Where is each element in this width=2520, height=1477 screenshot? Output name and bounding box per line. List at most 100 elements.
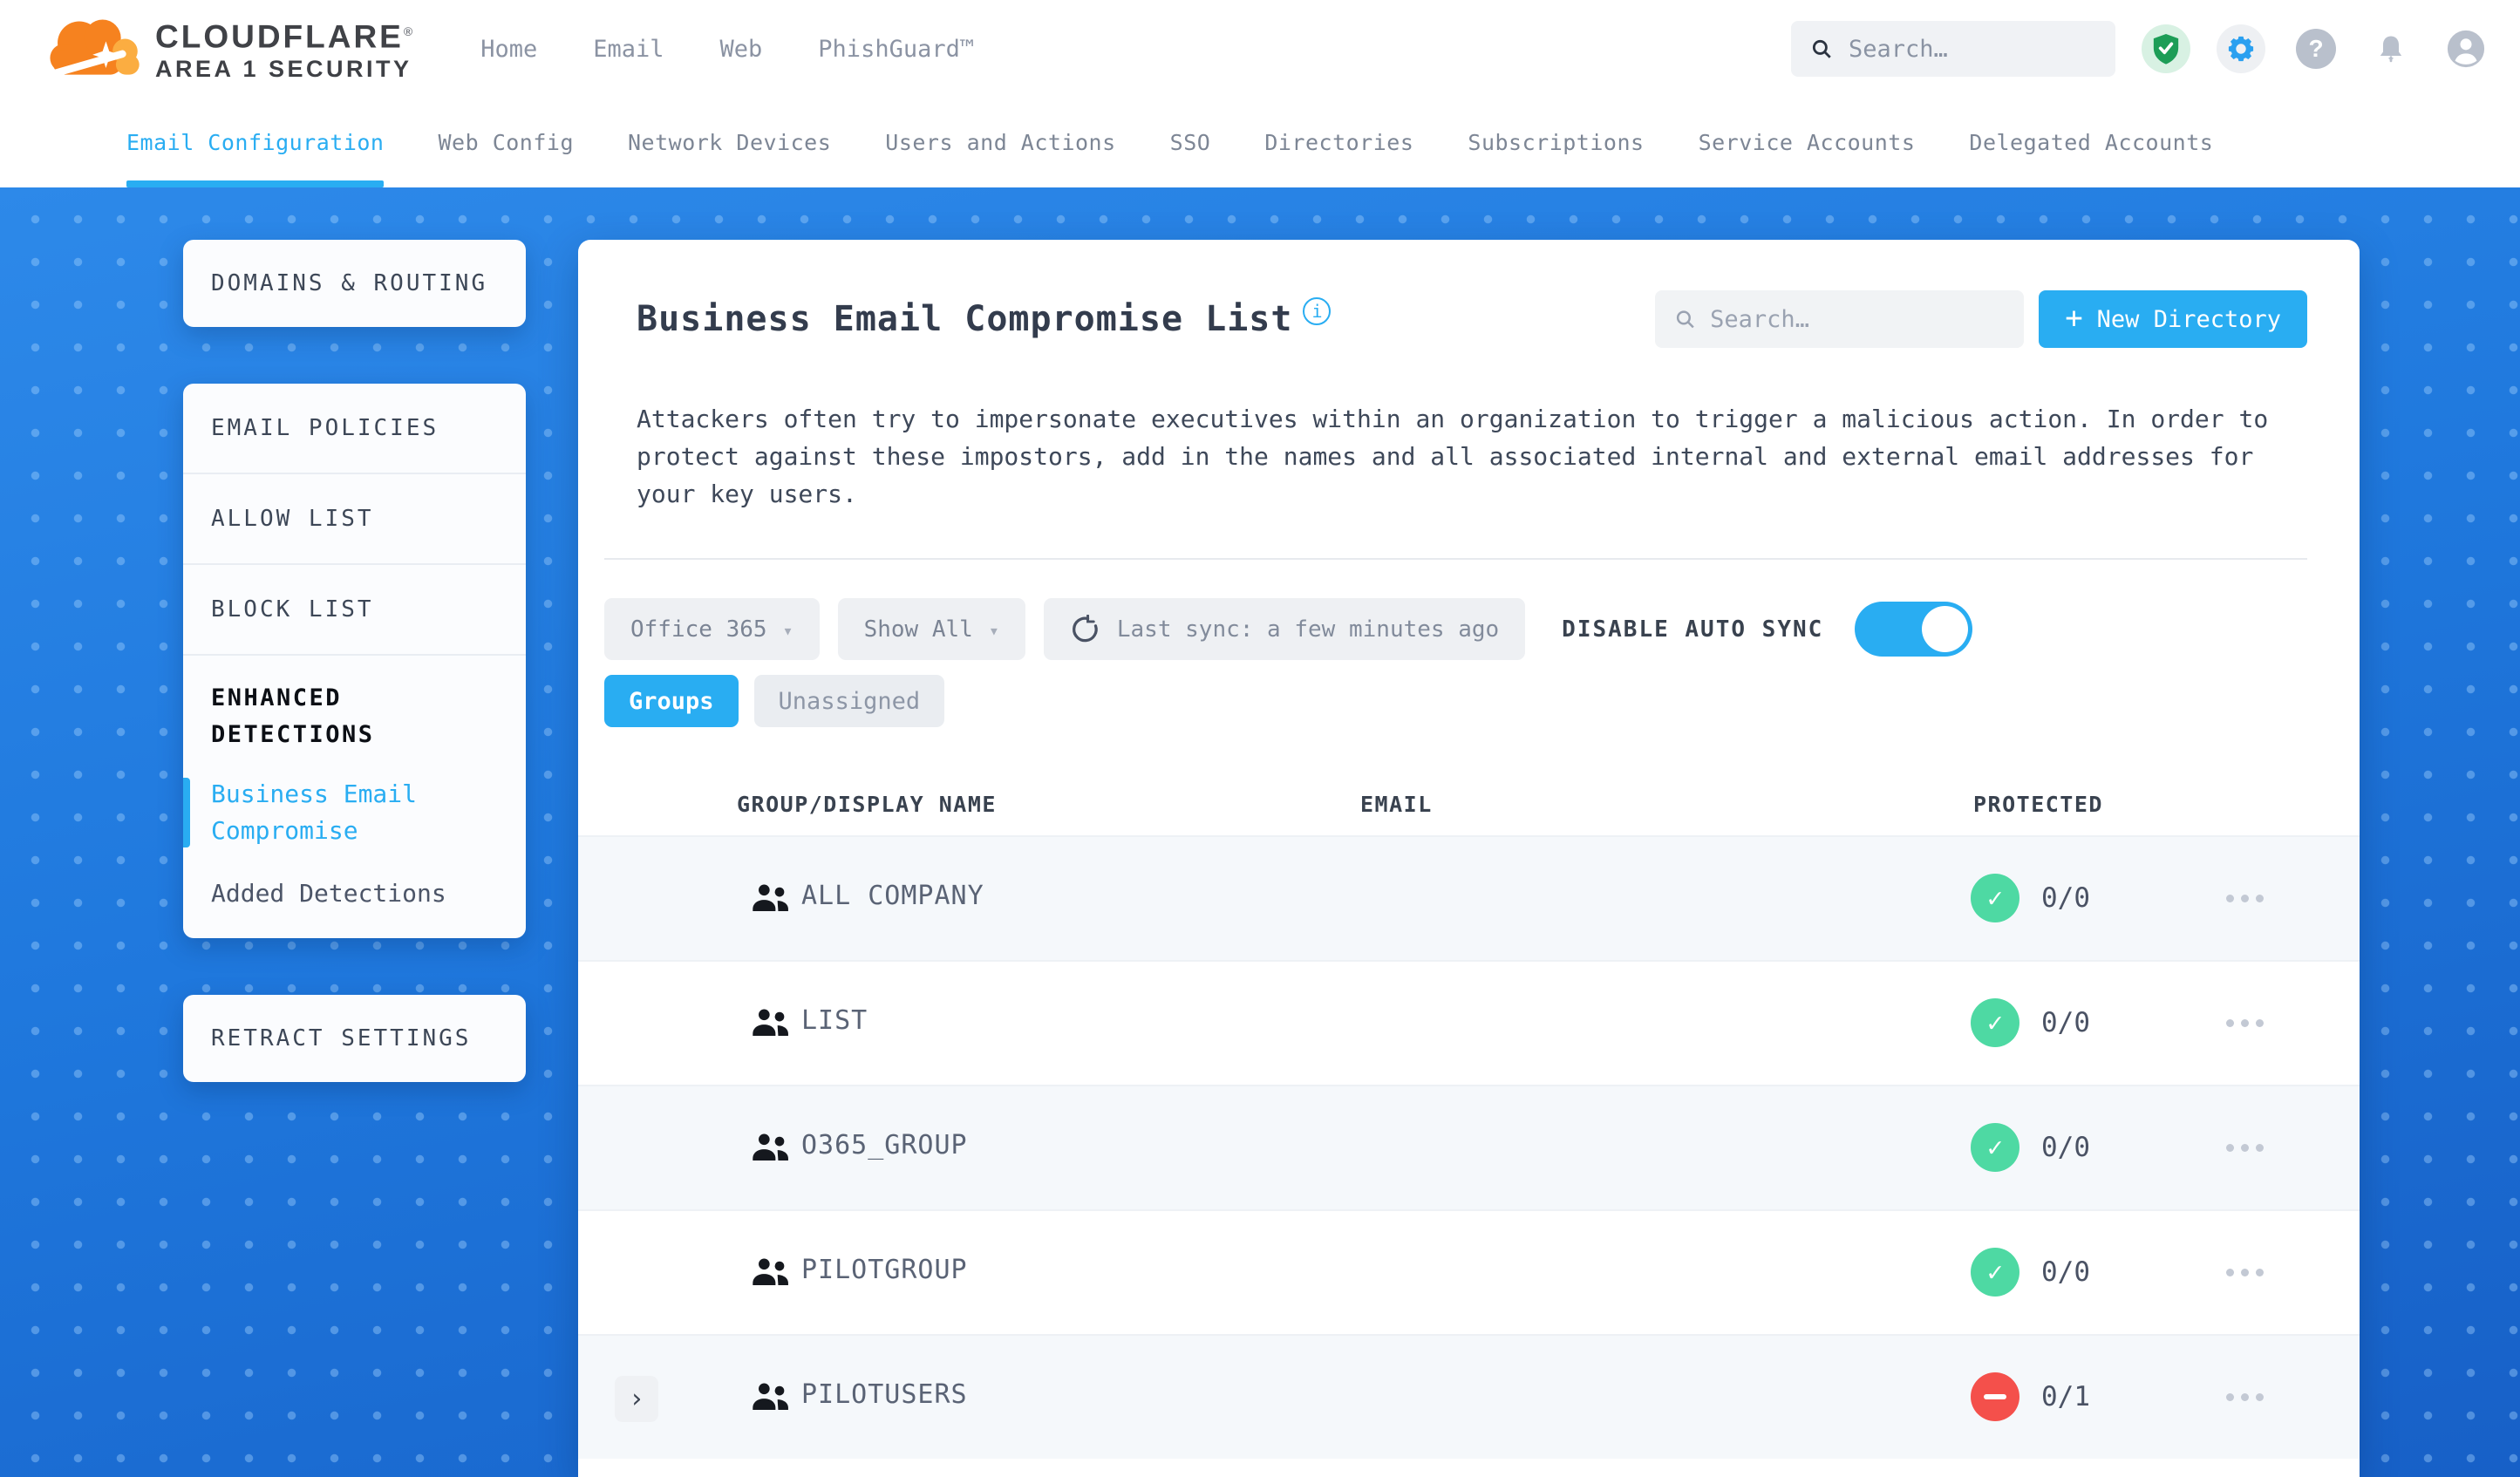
protected-status-icon: ✓ — [1971, 1123, 2019, 1172]
group-icon — [753, 1133, 788, 1160]
global-search[interactable] — [1791, 21, 2115, 77]
sidebar-section-enhanced-detections: ENHANCED DETECTIONS Business Email Compr… — [183, 656, 526, 938]
tab-service-accounts[interactable]: Service Accounts — [1699, 98, 1916, 187]
sidebar-item-email-policies[interactable]: EMAIL POLICIES — [183, 384, 526, 474]
last-sync-button[interactable]: Last sync: a few minutes ago — [1043, 598, 1526, 660]
view-tabs: Groups Unassigned — [604, 675, 2307, 727]
filters-row: Office 365 ▾ Show All ▾ Last sync: a few… — [604, 598, 2299, 660]
sidebar-card-retract-settings[interactable]: RETRACT SETTINGS — [183, 995, 526, 1082]
info-icon[interactable]: i — [1303, 297, 1332, 325]
group-icon — [753, 884, 788, 911]
caret-down-icon: ▾ — [988, 619, 999, 641]
sidebar-item-block-list[interactable]: BLOCK LIST — [183, 565, 526, 656]
sidebar-item-business-email-compromise[interactable]: Business Email Compromise — [183, 776, 438, 849]
brand-logo[interactable]: CLOUDFLARE® AREA 1 SECURITY — [45, 11, 412, 86]
auto-sync-toggle[interactable] — [1855, 602, 1973, 657]
protected-count: 0/0 — [2041, 1256, 2090, 1288]
page-description: Attackers often try to impersonate execu… — [637, 405, 2269, 508]
table-header: GROUP/DISPLAY NAME EMAIL PROTECTED — [578, 785, 2360, 835]
bell-icon — [2380, 36, 2402, 63]
account-button[interactable] — [2442, 24, 2490, 73]
sidebar-item-enhanced-detections[interactable]: ENHANCED DETECTIONS — [211, 680, 429, 753]
view-tab-groups[interactable]: Groups — [604, 675, 739, 727]
sidebar-item-added-detections[interactable]: Added Detections — [211, 875, 498, 912]
column-group-display-name: GROUP/DISPLAY NAME — [737, 792, 997, 817]
search-icon — [1812, 39, 1831, 58]
global-search-input[interactable] — [1848, 35, 2096, 63]
help-icon: ? — [2296, 29, 2336, 69]
help-button[interactable]: ? — [2292, 24, 2340, 73]
group-icon — [753, 1258, 788, 1285]
divider — [604, 558, 2307, 560]
sidebar-card-policies: EMAIL POLICIES ALLOW LIST BLOCK LIST ENH… — [183, 384, 526, 938]
tab-network-devices[interactable]: Network Devices — [628, 98, 831, 187]
groups-table: GROUP/DISPLAY NAME EMAIL PROTECTED ALL C… — [578, 785, 2360, 1459]
show-filter-dropdown[interactable]: Show All ▾ — [837, 598, 1025, 660]
section-tab-bar: Email Configuration Web Config Network D… — [0, 98, 2520, 187]
row-actions-icon[interactable] — [2226, 1019, 2264, 1027]
top-nav-home[interactable]: Home — [480, 36, 537, 63]
list-search-input[interactable] — [1710, 305, 2006, 333]
sidebar-item-retract-settings[interactable]: RETRACT SETTINGS — [211, 1025, 471, 1052]
row-actions-icon[interactable] — [2226, 1269, 2264, 1276]
plus-icon: + — [2065, 300, 2083, 336]
cloudflare-cloud-icon — [45, 19, 140, 80]
tab-email-configuration[interactable]: Email Configuration — [126, 98, 385, 187]
sidebar-card-domains-routing[interactable]: DOMAINS & ROUTING — [183, 240, 526, 327]
table-row[interactable]: ALL COMPANY ✓ 0/0 — [578, 835, 2360, 960]
connector-dropdown[interactable]: Office 365 ▾ — [604, 598, 820, 660]
tab-web-config[interactable]: Web Config — [438, 98, 574, 187]
header-right: ? — [1791, 21, 2490, 77]
row-actions-icon[interactable] — [2226, 1144, 2264, 1152]
top-nav: Home Email Web PhishGuard™ — [480, 36, 974, 63]
view-tab-unassigned[interactable]: Unassigned — [753, 675, 945, 727]
content-area: DOMAINS & ROUTING EMAIL POLICIES ALLOW L… — [0, 187, 2520, 1477]
group-name: ALL COMPANY — [801, 881, 984, 911]
account-icon — [2447, 30, 2485, 68]
tab-sso[interactable]: SSO — [1170, 98, 1211, 187]
top-nav-email[interactable]: Email — [593, 36, 664, 63]
top-nav-web[interactable]: Web — [720, 36, 763, 63]
expand-row-button[interactable]: › — [615, 1376, 658, 1422]
search-icon — [1677, 310, 1694, 329]
brand-text: CLOUDFLARE® AREA 1 SECURITY — [155, 14, 412, 84]
gear-icon — [2228, 36, 2254, 62]
tab-directories[interactable]: Directories — [1264, 98, 1413, 187]
panel-header: Business Email Compromise List i + New D… — [637, 290, 2307, 348]
sidebar-item-domains-routing[interactable]: DOMAINS & ROUTING — [211, 270, 487, 296]
row-actions-icon[interactable] — [2226, 895, 2264, 902]
protected-count: 0/0 — [2041, 1007, 2090, 1038]
list-search[interactable] — [1655, 290, 2025, 348]
shield-check-icon — [2153, 34, 2179, 65]
settings-button[interactable] — [2217, 24, 2265, 73]
group-icon — [753, 1383, 788, 1410]
group-name: O365_GROUP — [801, 1130, 968, 1160]
table-row[interactable]: LIST ✓ 0/0 — [578, 960, 2360, 1085]
row-actions-icon[interactable] — [2226, 1393, 2264, 1401]
column-email: EMAIL — [1360, 792, 1433, 817]
minus-icon — [1984, 1394, 2006, 1399]
tab-users-and-actions[interactable]: Users and Actions — [885, 98, 1115, 187]
table-row[interactable]: O365_GROUP ✓ 0/0 — [578, 1085, 2360, 1209]
security-status-button[interactable] — [2142, 24, 2190, 73]
notifications-button[interactable] — [2367, 24, 2415, 73]
new-directory-button[interactable]: + New Directory — [2039, 290, 2307, 348]
group-name: PILOTGROUP — [801, 1255, 968, 1285]
app-header: CLOUDFLARE® AREA 1 SECURITY Home Email W… — [0, 0, 2520, 98]
table-row[interactable]: PILOTGROUP ✓ 0/0 — [578, 1209, 2360, 1334]
toggle-knob — [1922, 606, 1969, 652]
top-nav-phishguard[interactable]: PhishGuard™ — [818, 36, 974, 63]
tab-subscriptions[interactable]: Subscriptions — [1468, 98, 1644, 187]
brand-subtitle: AREA 1 SECURITY — [155, 56, 412, 83]
refresh-icon — [1072, 614, 1098, 642]
page-title: Business Email Compromise List — [637, 299, 1293, 339]
registered-mark: ® — [403, 24, 413, 38]
main-panel: Business Email Compromise List i + New D… — [578, 240, 2360, 1477]
caret-down-icon: ▾ — [782, 619, 793, 641]
sidebar-item-allow-list[interactable]: ALLOW LIST — [183, 474, 526, 565]
table-row[interactable]: › PILOTUSERS 0/1 — [578, 1334, 2360, 1459]
active-indicator — [183, 778, 190, 847]
unprotected-status-icon — [1971, 1372, 2019, 1421]
chevron-right-icon: › — [628, 1384, 645, 1414]
tab-delegated-accounts[interactable]: Delegated Accounts — [1969, 98, 2213, 187]
